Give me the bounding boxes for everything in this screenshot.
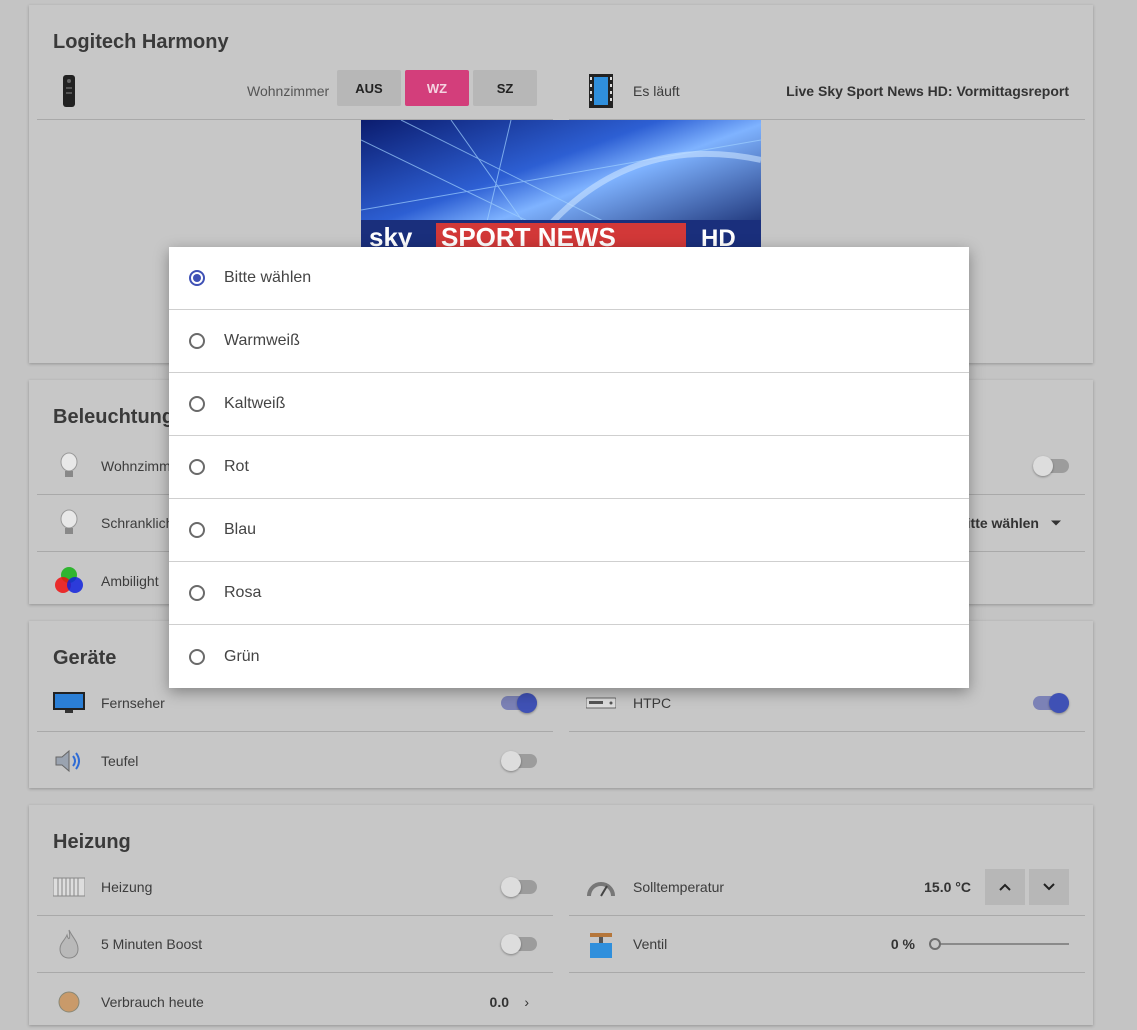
bulb-icon	[53, 450, 85, 482]
room-aus-button[interactable]: AUS	[337, 70, 401, 106]
heating-row-ventil: Ventil 0 %	[569, 916, 1085, 973]
gauge-icon	[585, 871, 617, 903]
thumb-hd-text: HD	[701, 225, 736, 247]
room-label: Wohnzimmer	[247, 83, 330, 99]
meter-icon	[53, 986, 85, 1018]
bulb-icon	[53, 507, 85, 539]
flame-icon	[53, 928, 85, 960]
valve-icon	[585, 928, 617, 960]
lighting-title: Beleuchtung	[53, 406, 175, 428]
thumb-sky-text: sky	[369, 222, 413, 247]
devices-title: Geräte	[53, 647, 117, 669]
option-label: Grün	[224, 647, 260, 665]
room-sz-button[interactable]: SZ	[473, 70, 537, 106]
boost-toggle[interactable]	[501, 934, 537, 954]
radio-icon[interactable]	[189, 585, 205, 601]
room-button-group: AUS WZ SZ	[337, 70, 537, 106]
option-label: Rosa	[224, 584, 262, 601]
playing-value: Live Sky Sport News HD: Vormittagsreport	[786, 83, 1069, 99]
tv-icon	[53, 687, 85, 719]
option-label: Bitte wählen	[224, 269, 312, 286]
film-icon	[585, 74, 617, 108]
heating-row-soll: Solltemperatur 15.0 °C	[569, 859, 1085, 916]
teufel-toggle[interactable]	[501, 750, 537, 771]
dropdown-option[interactable]: Kaltweiß	[169, 373, 969, 436]
radio-icon[interactable]	[189, 396, 205, 412]
radio-icon[interactable]	[189, 522, 205, 538]
option-label: Warmweiß	[224, 332, 300, 349]
dropdown-option[interactable]: Warmweiß	[169, 310, 969, 373]
radio-icon[interactable]	[189, 333, 205, 349]
temp-down-button[interactable]	[1029, 869, 1069, 905]
ventil-value: 0 %	[890, 936, 915, 952]
soll-label: Solltemperatur	[633, 879, 725, 895]
dropdown-option[interactable]: Rot	[169, 436, 969, 499]
channel-thumbnail: sky SPORT NEWS HD	[361, 120, 761, 247]
heating-row-verbrauch: Verbrauch heute 0.0 ›	[37, 973, 553, 1030]
ventil-slider[interactable]	[929, 938, 1069, 950]
harmony-playing-row: Es läuft Live Sky Sport News HD: Vormitt…	[569, 63, 1085, 120]
room-wz-button[interactable]: WZ	[405, 70, 469, 106]
heating-label: 5 Minuten Boost	[101, 936, 203, 952]
device-label: Teufel	[101, 752, 139, 769]
device-row-teufel: Teufel	[37, 732, 553, 789]
radiator-icon	[53, 871, 85, 903]
dropdown-option[interactable]: Blau	[169, 499, 969, 562]
verbrauch-value: 0.0	[489, 993, 509, 1010]
rgb-icon	[53, 565, 85, 597]
remote-icon	[53, 75, 85, 107]
chevron-right-icon[interactable]: ›	[524, 994, 529, 1010]
soll-value: 15.0 °C	[924, 879, 971, 895]
device-label: HTPC	[633, 695, 672, 711]
lighting-label: Ambilight	[101, 572, 159, 589]
lighting-toggle[interactable]	[1033, 456, 1069, 476]
option-label: Rot	[224, 458, 249, 475]
speaker-icon	[53, 745, 85, 777]
heating-card: Heizung Heizung Solltemperatur 15.0 °C 5…	[29, 805, 1093, 1025]
harmony-title: Logitech Harmony	[53, 31, 229, 53]
chevron-down-icon[interactable]	[1051, 520, 1061, 526]
temp-up-button[interactable]	[985, 869, 1025, 905]
ventil-label: Ventil	[633, 936, 668, 952]
thumb-sportnews-text: SPORT NEWS	[441, 222, 616, 247]
option-label: Blau	[224, 521, 257, 538]
playing-label: Es läuft	[633, 83, 680, 99]
device-label: Fernseher	[101, 695, 165, 711]
dropdown-option[interactable]: Bitte wählen	[169, 247, 969, 310]
heizung-toggle[interactable]	[501, 877, 537, 897]
heating-row-boost: 5 Minuten Boost	[37, 916, 553, 973]
dropdown-option[interactable]: Rosa	[169, 562, 969, 625]
lighting-label: Schranklicht	[101, 515, 178, 531]
color-dropdown-menu: Bitte wählen Warmweiß Kaltweiß Rot Blau …	[169, 247, 969, 688]
radio-checked-icon[interactable]	[189, 270, 205, 286]
verbrauch-label: Verbrauch heute	[101, 993, 204, 1010]
heating-label: Heizung	[101, 879, 153, 895]
dropdown-option[interactable]: Grün	[169, 625, 969, 688]
heating-row-heizung: Heizung	[37, 859, 553, 916]
ventil-slider-thumb[interactable]	[929, 938, 941, 950]
radio-icon[interactable]	[189, 648, 205, 665]
option-label: Kaltweiß	[224, 395, 286, 412]
heating-title: Heizung	[53, 831, 131, 853]
htpc-toggle[interactable]	[1033, 693, 1069, 713]
htpc-icon	[585, 687, 617, 719]
radio-icon[interactable]	[189, 459, 205, 475]
harmony-room-row: Wohnzimmer AUS WZ SZ	[37, 63, 553, 120]
fernseher-toggle[interactable]	[501, 693, 537, 713]
